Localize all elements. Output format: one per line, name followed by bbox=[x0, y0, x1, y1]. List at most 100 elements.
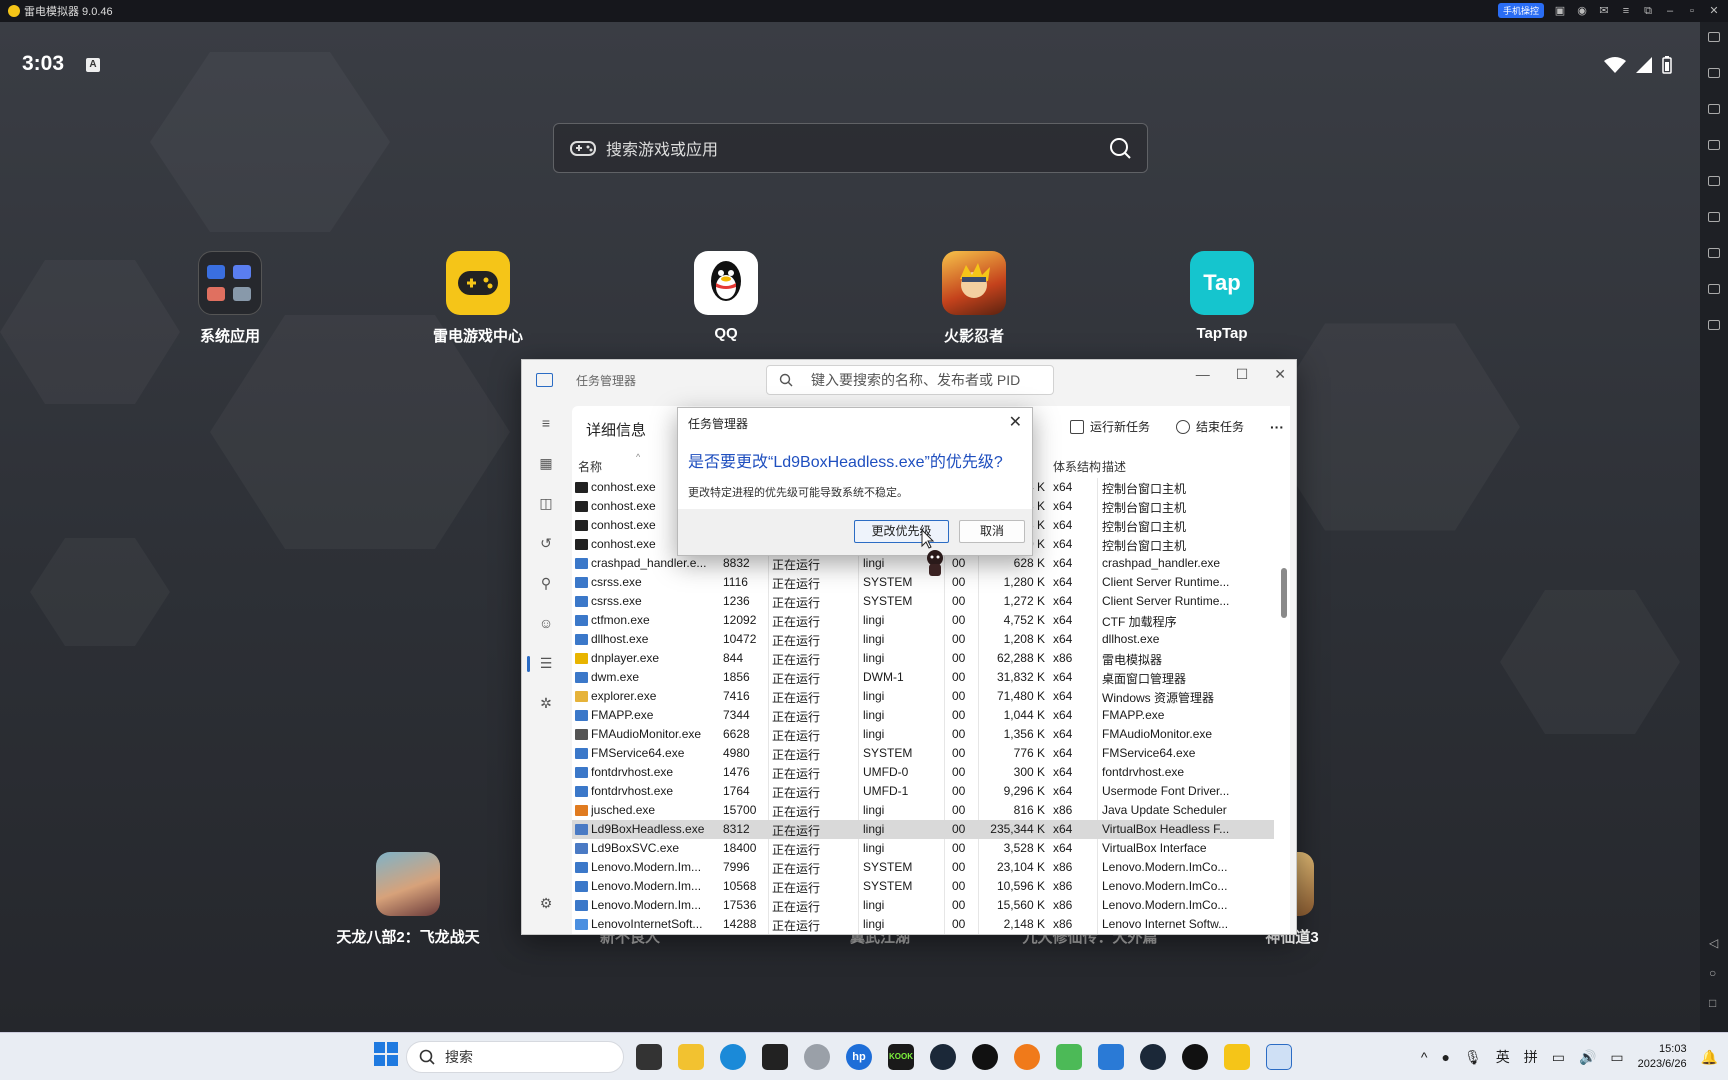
processes-icon[interactable]: ▦ bbox=[537, 454, 555, 472]
close-icon[interactable]: ✕ bbox=[1009, 412, 1022, 432]
maximize-icon[interactable]: ☐ bbox=[1236, 366, 1249, 383]
edge-icon[interactable] bbox=[720, 1043, 746, 1070]
taskbar-search[interactable]: 搜索 bbox=[406, 1040, 624, 1073]
dialog-title: 任务管理器 bbox=[688, 417, 749, 431]
menu-icon[interactable]: ≡ bbox=[1620, 5, 1632, 17]
column-description[interactable]: 描述 bbox=[1102, 458, 1236, 475]
settings-app-icon[interactable] bbox=[1098, 1043, 1124, 1070]
start-button[interactable] bbox=[374, 1042, 398, 1071]
process-cpu: 00 bbox=[952, 898, 966, 912]
orange-app-icon[interactable] bbox=[1014, 1043, 1040, 1070]
table-row[interactable]: ctfmon.exe 12092 正在运行 lingi 00 4,752 K x64 CTF … bbox=[572, 611, 1274, 630]
screenshot-button[interactable] bbox=[1705, 176, 1723, 202]
microphone-icon[interactable]: 🎙 bbox=[1464, 1049, 1482, 1066]
process-icon bbox=[575, 767, 588, 778]
table-row[interactable]: Lenovo.Modern.Im... 10568 正在运行 SYSTEM 00 10,5… bbox=[572, 877, 1274, 896]
notification-icon[interactable]: 🔔 bbox=[1701, 1049, 1718, 1066]
account-icon[interactable]: ◉ bbox=[1576, 5, 1588, 17]
table-row[interactable]: dllhost.exe 10472 正在运行 lingi 00 1,208 K x64 dll… bbox=[572, 630, 1274, 649]
table-row[interactable]: Lenovo.Modern.Im... 17536 正在运行 lingi 00 15,56… bbox=[572, 896, 1274, 915]
back-icon[interactable]: ◁ bbox=[1709, 936, 1718, 950]
home-icon[interactable]: ○ bbox=[1709, 966, 1716, 980]
process-name: FMService64.exe bbox=[591, 746, 685, 760]
chevron-up-icon[interactable]: ^ bbox=[1421, 1049, 1428, 1065]
details-icon[interactable]: ☰ bbox=[537, 654, 555, 672]
volume-down-button[interactable] bbox=[1705, 104, 1723, 130]
input-lang[interactable]: 英 bbox=[1496, 1047, 1510, 1067]
openai-icon[interactable] bbox=[1182, 1043, 1208, 1070]
table-row[interactable]: csrss.exe 1236 正在运行 SYSTEM 00 1,272 K x64 Clien… bbox=[572, 592, 1274, 611]
close-icon[interactable]: ✕ bbox=[1708, 5, 1720, 17]
phone-control-badge[interactable]: 手机操控 bbox=[1497, 3, 1544, 18]
input-method[interactable]: 拼 bbox=[1524, 1047, 1538, 1067]
minimize-icon[interactable]: – bbox=[1664, 5, 1676, 17]
table-row[interactable]: FMAPP.exe 7344 正在运行 lingi 00 1,044 K x64 FMAPP.… bbox=[572, 706, 1274, 725]
qq-tray-icon[interactable]: ● bbox=[1441, 1049, 1449, 1065]
app-game-center[interactable]: 雷电游戏中心 bbox=[408, 251, 548, 346]
battery-icon[interactable]: ▭ bbox=[1610, 1049, 1623, 1066]
table-row[interactable]: FMService64.exe 4980 正在运行 SYSTEM 00 776 K x64 F… bbox=[572, 744, 1274, 763]
game-app-icon[interactable] bbox=[762, 1043, 788, 1070]
performance-icon[interactable]: ◫ bbox=[537, 494, 555, 512]
settings-gear-icon[interactable]: ⚙ bbox=[537, 894, 555, 912]
table-row[interactable]: jusched.exe 15700 正在运行 lingi 00 816 K x86 Java … bbox=[572, 801, 1274, 820]
minimize-icon[interactable]: — bbox=[1196, 366, 1210, 383]
restore-icon[interactable]: ▫ bbox=[1686, 5, 1698, 17]
steam-icon[interactable] bbox=[1140, 1043, 1166, 1070]
table-row[interactable]: Ld9BoxSVC.exe 18400 正在运行 lingi 00 3,528 K x64 V… bbox=[572, 839, 1274, 858]
process-search-input[interactable]: 键入要搜索的名称、发布者或 PID bbox=[766, 365, 1054, 395]
file-explorer-icon[interactable] bbox=[678, 1043, 704, 1070]
app-history-icon[interactable]: ↺ bbox=[537, 534, 555, 552]
scrollbar-thumb[interactable] bbox=[1281, 568, 1287, 618]
pip-icon[interactable]: ⧉ bbox=[1642, 5, 1654, 17]
multi-instance-button[interactable] bbox=[1705, 212, 1723, 238]
steam-icon[interactable] bbox=[930, 1043, 956, 1070]
app-tianlong[interactable]: 天龙八部2：飞龙战天 bbox=[318, 852, 498, 947]
table-row[interactable]: Lenovo.Modern.Im... 7996 正在运行 SYSTEM 00 23,10… bbox=[572, 858, 1274, 877]
settings-button[interactable] bbox=[1705, 284, 1723, 310]
app-system[interactable]: 系统应用 bbox=[160, 251, 300, 346]
services-icon[interactable]: ✲ bbox=[537, 694, 555, 712]
search-icon[interactable] bbox=[1109, 137, 1131, 159]
app-search-bar[interactable]: 搜索游戏或应用 bbox=[553, 123, 1148, 173]
table-row[interactable]: explorer.exe 7416 正在运行 lingi 00 71,480 K x64 Wi… bbox=[572, 687, 1274, 706]
table-row[interactable]: fontdrvhost.exe 1476 正在运行 UMFD-0 00 300 K x64 f… bbox=[572, 763, 1274, 782]
table-row[interactable]: FMAudioMonitor.exe 6628 正在运行 lingi 00 1,356 K… bbox=[572, 725, 1274, 744]
process-description: Lenovo.Modern.ImCo... bbox=[1102, 860, 1228, 874]
more-options-button[interactable]: ··· bbox=[1270, 419, 1284, 435]
table-row[interactable]: dnplayer.exe 844 正在运行 lingi 00 62,288 K x86 雷电模… bbox=[572, 649, 1274, 668]
network-icon[interactable]: ▭ bbox=[1552, 1049, 1565, 1066]
disc-icon[interactable] bbox=[804, 1043, 830, 1070]
volume-up-button[interactable] bbox=[1705, 68, 1723, 94]
table-row[interactable]: Ld9BoxHeadless.exe 8312 正在运行 lingi 00 235,344… bbox=[572, 820, 1274, 839]
keyboard-button[interactable] bbox=[1705, 32, 1723, 58]
end-task-button[interactable]: 结束任务 bbox=[1175, 418, 1244, 435]
hp-icon[interactable]: hp bbox=[846, 1043, 872, 1070]
task-view-icon[interactable] bbox=[636, 1043, 662, 1070]
table-row[interactable]: dwm.exe 1856 正在运行 DWM-1 00 31,832 K x64 桌面窗口管理器 bbox=[572, 668, 1274, 687]
music-app-icon[interactable] bbox=[1056, 1043, 1082, 1070]
task-manager-taskbar-icon[interactable] bbox=[1266, 1043, 1292, 1070]
app-qq[interactable]: QQ bbox=[656, 251, 796, 342]
kook-icon[interactable]: KOOK bbox=[888, 1043, 914, 1070]
table-row[interactable]: fontdrvhost.exe 1764 正在运行 UMFD-1 00 9,296 K x6… bbox=[572, 782, 1274, 801]
volume-icon[interactable]: 🔊 bbox=[1579, 1049, 1596, 1066]
fullscreen-button[interactable] bbox=[1705, 140, 1723, 166]
ldplayer-icon[interactable] bbox=[1224, 1043, 1250, 1070]
startup-apps-icon[interactable]: ⚲ bbox=[537, 574, 555, 592]
table-row[interactable]: LenovoInternetSoft... 14288 正在运行 lingi 00 2,1… bbox=[572, 915, 1274, 934]
app-taptap[interactable]: Tap TapTap bbox=[1152, 251, 1292, 342]
qq-icon[interactable] bbox=[972, 1043, 998, 1070]
gamepad-icon[interactable]: ▣ bbox=[1554, 5, 1566, 17]
taskbar-clock[interactable]: 15:03 2023/6/26 bbox=[1638, 1042, 1687, 1072]
more-button[interactable] bbox=[1705, 320, 1723, 346]
mail-icon[interactable]: ✉ bbox=[1598, 5, 1610, 17]
hamburger-menu-icon[interactable]: ≡ bbox=[537, 414, 555, 432]
users-icon[interactable]: ☺ bbox=[537, 614, 555, 632]
recents-icon[interactable]: □ bbox=[1709, 996, 1716, 1010]
run-new-task-button[interactable]: 运行新任务 bbox=[1069, 418, 1150, 435]
cancel-button[interactable]: 取消 bbox=[959, 520, 1025, 543]
close-icon[interactable]: ✕ bbox=[1274, 366, 1286, 383]
install-apk-button[interactable] bbox=[1705, 248, 1723, 274]
app-naruto[interactable]: 火影忍者 bbox=[904, 251, 1044, 346]
